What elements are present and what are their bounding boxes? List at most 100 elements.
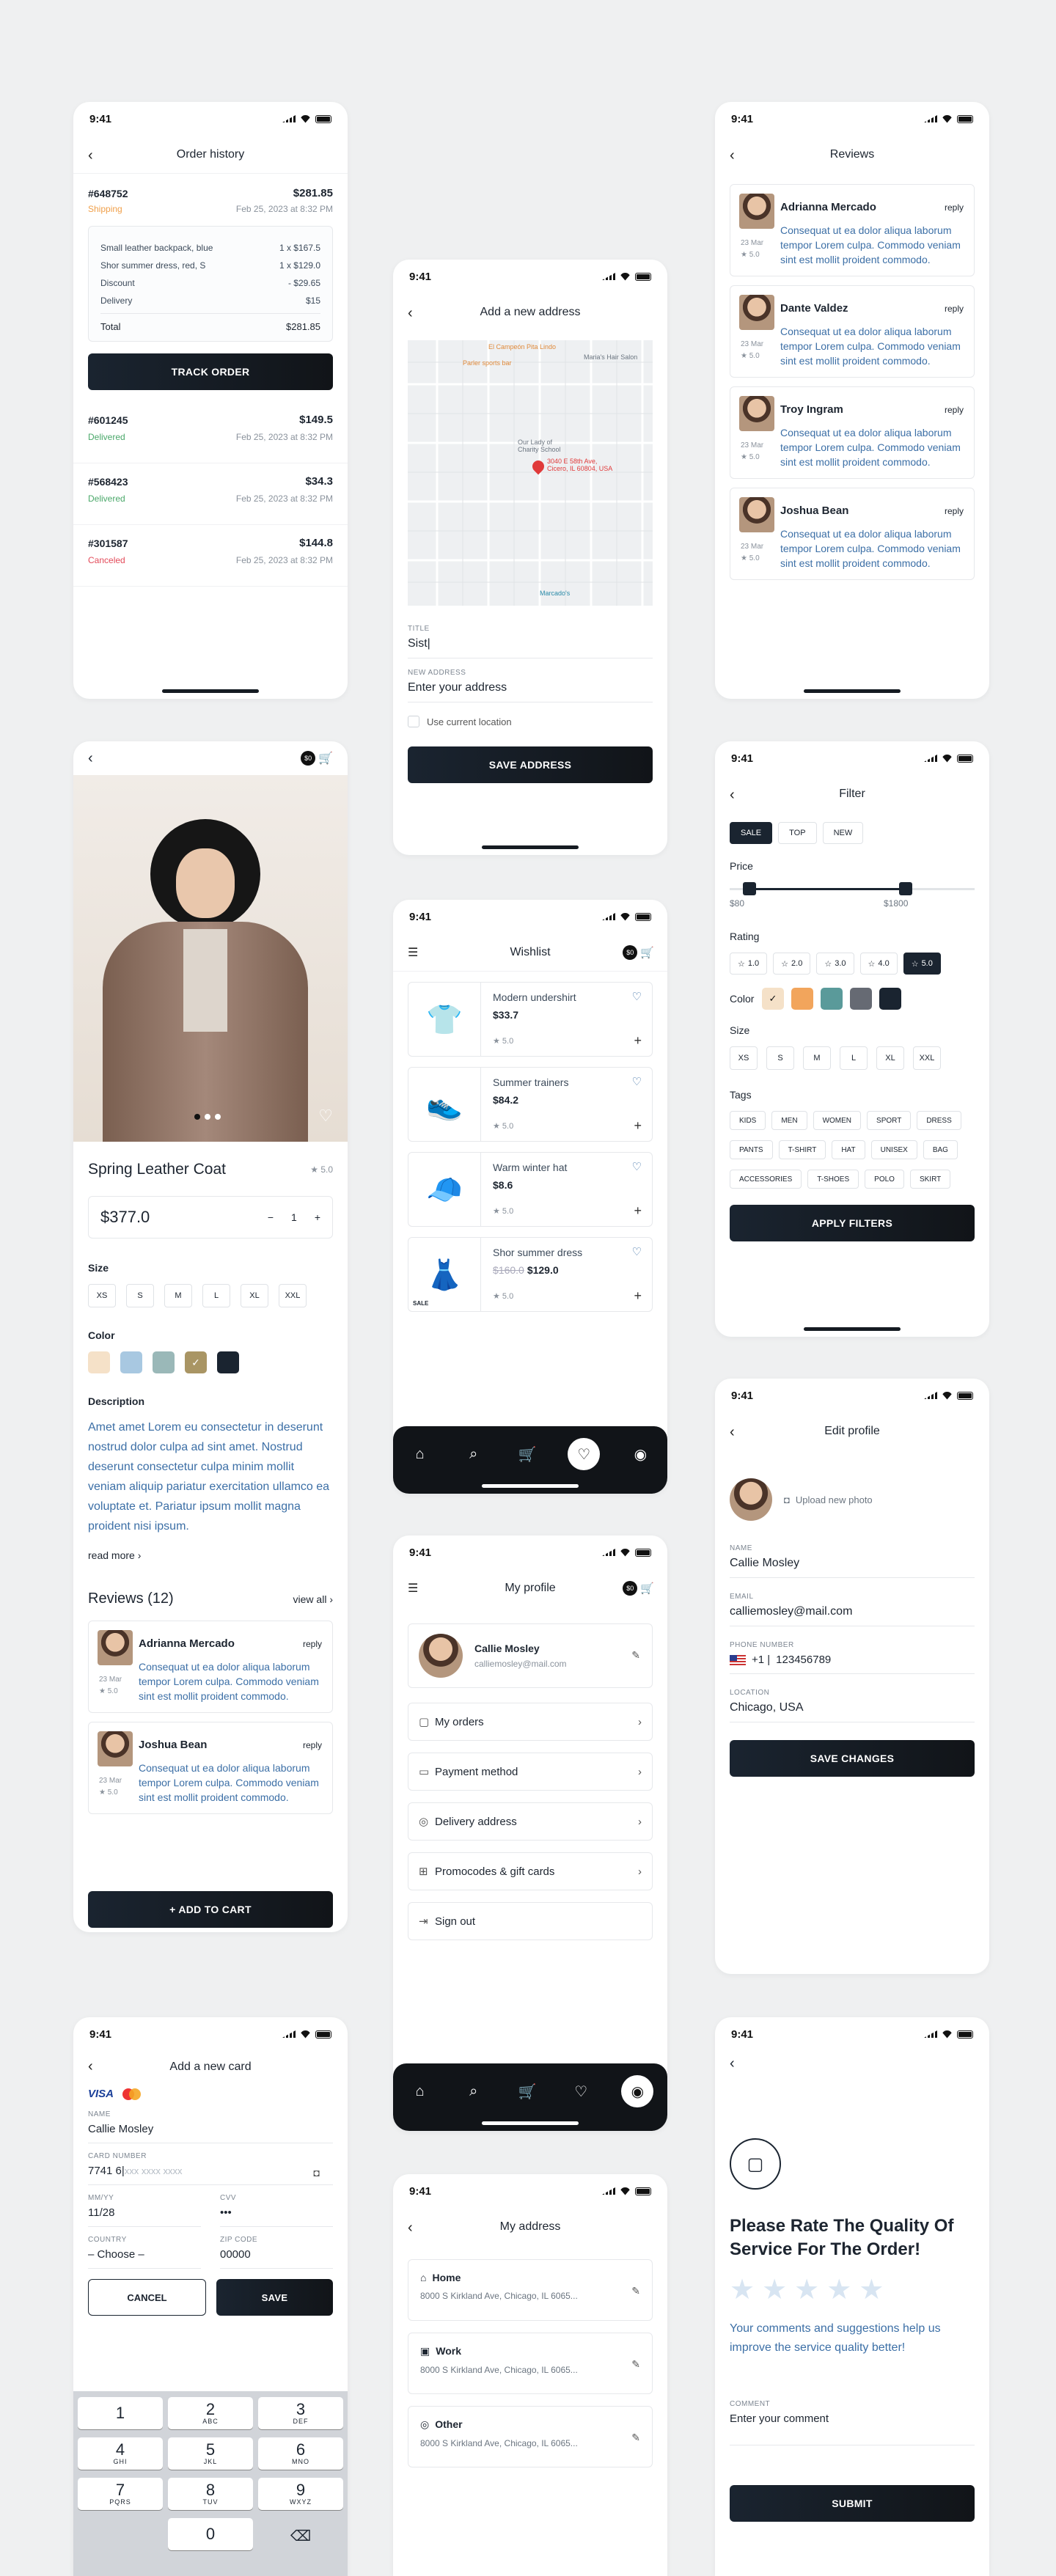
reply-link[interactable]: reply: [945, 405, 964, 415]
reply-link[interactable]: reply: [303, 1639, 322, 1649]
address-card[interactable]: ▣ Work 8000 S Kirkland Ave, Chicago, IL 60…: [408, 2333, 653, 2394]
size-option[interactable]: L: [840, 1046, 868, 1070]
wishlist-item[interactable]: 👕 Modern undershirt $33.7 ★ 5.0 ♡ +: [408, 982, 653, 1057]
keypad-key[interactable]: 9 WXYZ: [258, 2478, 343, 2510]
view-all-link[interactable]: view all ›: [293, 1593, 333, 1605]
tag-option[interactable]: SKIRT: [909, 1170, 951, 1189]
menu-icon[interactable]: ☰: [408, 945, 418, 960]
wishlist-item[interactable]: 👗 SALE Shor summer dress $160.0 $129.0 ★ 5.0 ♡…: [408, 1237, 653, 1312]
upload-photo-button[interactable]: ◘ Upload new photo: [784, 1494, 873, 1505]
reply-link[interactable]: reply: [945, 202, 964, 213]
rating-option[interactable]: ☆ 2.0: [773, 953, 811, 975]
submit-button[interactable]: SUBMIT: [730, 2485, 975, 2522]
keypad-key[interactable]: 1: [78, 2397, 163, 2429]
address-card[interactable]: ⌂ Home 8000 S Kirkland Ave, Chicago, IL 60…: [408, 2259, 653, 2321]
profile-icon[interactable]: ◉: [627, 1441, 653, 1467]
home-icon[interactable]: ⌂: [407, 2078, 433, 2105]
country-select[interactable]: COUNTRY – Choose –: [88, 2230, 201, 2269]
apply-filters-button[interactable]: APPLY FILTERS: [730, 1205, 975, 1241]
color-swatch[interactable]: [821, 988, 843, 1010]
rating-option[interactable]: ☆ 3.0: [816, 953, 854, 975]
qty-minus-button[interactable]: −: [268, 1211, 274, 1223]
filter-chip[interactable]: TOP: [778, 822, 817, 844]
save-changes-button[interactable]: SAVE CHANGES: [730, 1740, 975, 1777]
cart-button[interactable]: $0 🛒: [301, 751, 333, 766]
tag-option[interactable]: WOMEN: [813, 1111, 862, 1130]
order-expanded[interactable]: #648752 $281.85 Shipping Feb 25, 2023 at 8…: [73, 174, 348, 390]
color-swatch[interactable]: [879, 988, 901, 1010]
track-order-button[interactable]: TRACK ORDER: [88, 353, 333, 390]
card-name-field[interactable]: NAME Callie Mosley: [88, 2105, 333, 2143]
carousel-dots[interactable]: [194, 1114, 221, 1120]
profile-menu-item[interactable]: ⊞ Promocodes & gift cards ›: [408, 1852, 653, 1890]
size-option[interactable]: XXL: [279, 1284, 307, 1307]
reply-link[interactable]: reply: [303, 1740, 322, 1750]
save-address-button[interactable]: SAVE ADDRESS: [408, 746, 653, 783]
backspace-icon[interactable]: ⌫: [258, 2518, 343, 2553]
profile-card[interactable]: Callie Mosley calliemosley@mail.com ✎: [408, 1623, 653, 1688]
map[interactable]: El Campeón Pita Lindo Maria's Hair Salon…: [408, 340, 653, 606]
tag-option[interactable]: KIDS: [730, 1111, 766, 1130]
size-option[interactable]: M: [164, 1284, 192, 1307]
edit-pencil-icon[interactable]: ✎: [631, 2432, 640, 2444]
profile-icon[interactable]: ◉: [621, 2075, 654, 2107]
size-option[interactable]: L: [202, 1284, 230, 1307]
mastercard-logo[interactable]: [122, 2088, 142, 2100]
heart-icon[interactable]: ♡: [318, 1107, 333, 1126]
keypad-key[interactable]: 4 GHI: [78, 2437, 163, 2470]
heart-icon[interactable]: ♡: [632, 1075, 642, 1088]
heart-icon[interactable]: ♡: [568, 2078, 594, 2105]
cvv-field[interactable]: CVV •••: [220, 2188, 333, 2227]
back-arrow-icon[interactable]: ‹: [730, 1424, 735, 1441]
menu-icon[interactable]: ☰: [408, 1581, 418, 1596]
cart-button[interactable]: $0 🛒: [623, 945, 654, 960]
tag-option[interactable]: HAT: [832, 1140, 865, 1159]
keypad-key[interactable]: 3 DEF: [258, 2397, 343, 2429]
back-arrow-icon[interactable]: ‹: [88, 750, 93, 767]
tag-option[interactable]: SPORT: [867, 1111, 912, 1130]
size-option[interactable]: XS: [730, 1046, 758, 1070]
back-arrow-icon[interactable]: ‹: [408, 2220, 413, 2236]
comment-field[interactable]: COMMENT Enter your comment: [730, 2394, 975, 2445]
size-option[interactable]: M: [803, 1046, 831, 1070]
cart-icon[interactable]: 🛒: [514, 2078, 540, 2105]
back-arrow-icon[interactable]: ‹: [730, 147, 735, 164]
order-row[interactable]: #301587 $144.8 Canceled Feb 25, 2023 at 8:3…: [73, 525, 348, 587]
back-arrow-icon[interactable]: ‹: [730, 787, 735, 804]
heart-icon[interactable]: ♡: [568, 1438, 601, 1470]
expiry-field[interactable]: MM/YY 11/28: [88, 2188, 201, 2227]
visa-logo[interactable]: VISA: [88, 2088, 114, 2100]
color-swatch[interactable]: [153, 1351, 175, 1373]
back-arrow-icon[interactable]: ‹: [730, 2055, 735, 2072]
tag-option[interactable]: T-SHOES: [807, 1170, 859, 1189]
location-field[interactable]: LOCATION Chicago, USA: [730, 1683, 975, 1722]
filter-chip[interactable]: SALE: [730, 822, 773, 844]
tag-option[interactable]: T-SHIRT: [778, 1140, 826, 1159]
home-icon[interactable]: ⌂: [407, 1441, 433, 1467]
color-swatch[interactable]: ✓: [185, 1351, 207, 1373]
order-row[interactable]: #601245 $149.5 Delivered Feb 25, 2023 at 8:…: [73, 402, 348, 463]
tag-option[interactable]: MEN: [771, 1111, 807, 1130]
star-icon[interactable]: ★: [859, 2273, 884, 2306]
color-swatch[interactable]: [791, 988, 813, 1010]
zip-field[interactable]: ZIP CODE 00000: [220, 2230, 333, 2269]
add-icon[interactable]: +: [634, 1033, 642, 1049]
add-icon[interactable]: +: [634, 1118, 642, 1134]
color-swatch[interactable]: ✓: [762, 988, 784, 1010]
email-field[interactable]: EMAIL calliemosley@mail.com: [730, 1587, 975, 1626]
tag-option[interactable]: ACCESSORIES: [730, 1170, 802, 1189]
star-icon[interactable]: ★: [826, 2273, 851, 2306]
wishlist-item[interactable]: 🧢 Warm winter hat $8.6 ★ 5.0 ♡ +: [408, 1152, 653, 1227]
order-row[interactable]: #568423 $34.3 Delivered Feb 25, 2023 at 8:3…: [73, 463, 348, 525]
size-option[interactable]: XL: [876, 1046, 904, 1070]
rating-option[interactable]: ☆ 5.0: [903, 953, 941, 975]
tag-option[interactable]: PANTS: [730, 1140, 773, 1159]
read-more-link[interactable]: read more ›: [88, 1549, 333, 1561]
star-icon[interactable]: ★: [730, 2273, 755, 2306]
size-option[interactable]: S: [126, 1284, 154, 1307]
phone-field[interactable]: PHONE NUMBER +1 | 123456789: [730, 1635, 975, 1674]
color-swatch[interactable]: [88, 1351, 110, 1373]
search-icon[interactable]: ⌕: [461, 2078, 487, 2105]
star-rating[interactable]: ★ ★ ★ ★ ★: [730, 2273, 975, 2306]
color-swatch[interactable]: [120, 1351, 142, 1373]
